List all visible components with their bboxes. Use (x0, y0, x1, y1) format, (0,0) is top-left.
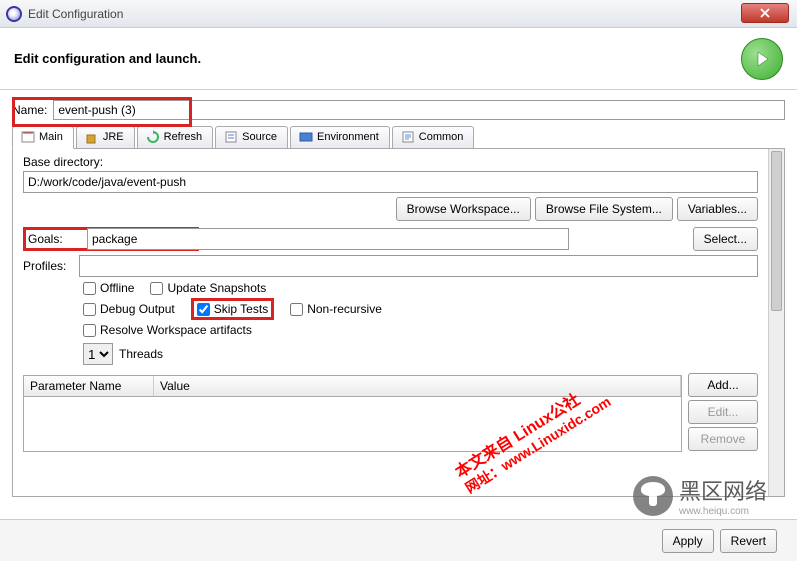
titlebar: Edit Configuration (0, 0, 797, 28)
tab-refresh-label: Refresh (164, 131, 203, 143)
profiles-label: Profiles: (23, 259, 73, 273)
remove-button[interactable]: Remove (688, 427, 758, 451)
source-icon (224, 130, 238, 144)
select-button[interactable]: Select... (693, 227, 758, 251)
tab-jre[interactable]: JRE (76, 126, 135, 148)
tab-source[interactable]: Source (215, 126, 288, 148)
name-input[interactable] (53, 100, 785, 120)
run-icon (741, 38, 783, 80)
tab-main-label: Main (39, 131, 63, 143)
scrollbar[interactable] (768, 149, 784, 496)
resolve-workspace-checkbox[interactable]: Resolve Workspace artifacts (83, 323, 252, 337)
update-snapshots-checkbox[interactable]: Update Snapshots (150, 281, 266, 295)
dialog-footer: Apply Revert (0, 519, 797, 561)
offline-checkbox[interactable]: Offline (83, 281, 134, 295)
table-body[interactable] (24, 397, 681, 451)
window-title: Edit Configuration (28, 7, 123, 21)
edit-button[interactable]: Edit... (688, 400, 758, 424)
debug-output-checkbox[interactable]: Debug Output (83, 302, 175, 316)
tab-environment-label: Environment (317, 131, 379, 143)
browse-workspace-button[interactable]: Browse Workspace... (396, 197, 531, 221)
tab-main[interactable]: Main (12, 126, 74, 149)
base-dir-input[interactable] (23, 171, 758, 193)
goals-label: Goals: (28, 232, 82, 246)
tab-common[interactable]: Common (392, 126, 475, 148)
environment-icon (299, 130, 313, 144)
col-parameter-name[interactable]: Parameter Name (24, 376, 154, 396)
refresh-icon (146, 130, 160, 144)
tab-source-label: Source (242, 131, 277, 143)
name-label: Name: (12, 103, 47, 117)
apply-button[interactable]: Apply (662, 529, 714, 553)
dialog-header: Edit configuration and launch. (0, 28, 797, 90)
skip-tests-label: Skip Tests (214, 302, 268, 316)
goals-input[interactable] (87, 228, 569, 250)
variables-button[interactable]: Variables... (677, 197, 758, 221)
update-snapshots-label: Update Snapshots (167, 281, 266, 295)
browse-filesystem-button[interactable]: Browse File System... (535, 197, 673, 221)
debug-output-label: Debug Output (100, 302, 175, 316)
tabs: Main JRE Refresh Source Environment Comm… (12, 126, 785, 149)
logo-sub: www.heiqu.com (679, 506, 767, 517)
close-button[interactable] (741, 3, 789, 23)
header-title: Edit configuration and launch. (14, 51, 201, 66)
common-icon (401, 130, 415, 144)
base-dir-label: Base directory: (23, 155, 758, 169)
highlight-box-skip-tests: Skip Tests (191, 298, 274, 320)
threads-select[interactable]: 1 (83, 343, 113, 365)
col-value[interactable]: Value (154, 376, 681, 396)
non-recursive-label: Non-recursive (307, 302, 382, 316)
profiles-input[interactable] (79, 255, 758, 277)
threads-label: Threads (119, 347, 163, 361)
non-recursive-checkbox[interactable]: Non-recursive (290, 302, 382, 316)
main-icon (21, 130, 35, 144)
skip-tests-checkbox[interactable]: Skip Tests (197, 302, 268, 316)
jre-icon (85, 130, 99, 144)
add-button[interactable]: Add... (688, 373, 758, 397)
resolve-workspace-label: Resolve Workspace artifacts (100, 323, 252, 337)
offline-label: Offline (100, 281, 134, 295)
tab-body: Base directory: Browse Workspace... Brow… (12, 149, 785, 497)
revert-button[interactable]: Revert (720, 529, 777, 553)
tab-environment[interactable]: Environment (290, 126, 390, 148)
eclipse-icon (6, 6, 22, 22)
parameters-table: Parameter Name Value (23, 375, 682, 452)
tab-common-label: Common (419, 131, 464, 143)
tab-refresh[interactable]: Refresh (137, 126, 214, 148)
tab-jre-label: JRE (103, 131, 124, 143)
scrollbar-thumb[interactable] (771, 151, 782, 311)
